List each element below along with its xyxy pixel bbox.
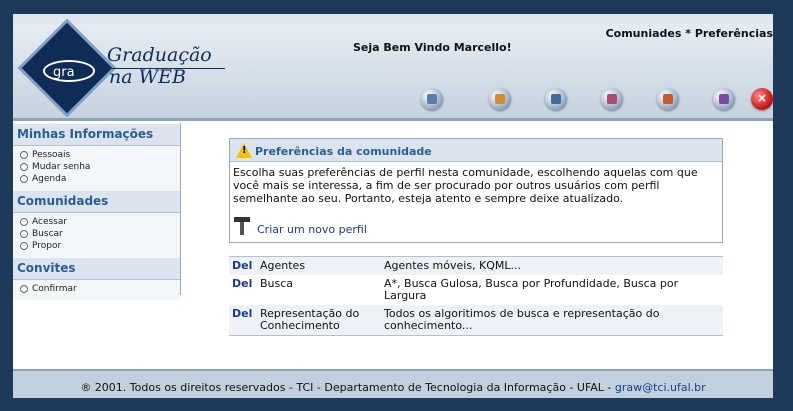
- profiles-table: Del Agentes Agentes móveis, KQML... Del …: [229, 256, 723, 336]
- table-row: Del Agentes Agentes móveis, KQML...: [229, 256, 723, 276]
- bullet-icon: [20, 229, 28, 238]
- sidebar: Minhas Informações Pessoais Mudar senha …: [13, 123, 181, 300]
- panel-description: Escolha suas preferências de perfil nest…: [233, 166, 698, 205]
- book-icon[interactable]: [545, 88, 567, 110]
- sidebar-list: Acessar Buscar Propor: [13, 213, 180, 257]
- bullet-icon: [20, 174, 28, 183]
- search-icon[interactable]: [601, 88, 623, 110]
- sidebar-item-acessar[interactable]: Acessar: [20, 216, 180, 228]
- warning-icon: [236, 143, 252, 158]
- logo-title-line2: na WEB: [109, 66, 186, 88]
- footer-text: ® 2001. Todos os direitos reservados - T…: [13, 381, 773, 394]
- bullet-icon: [20, 217, 28, 226]
- sidebar-item-mudar-senha[interactable]: Mudar senha: [20, 161, 180, 173]
- sidebar-item-label: Propor: [32, 241, 62, 251]
- top-navigation[interactable]: Comuniades * Preferências: [606, 27, 773, 40]
- logo-divider: [105, 68, 225, 69]
- sidebar-section-title: Convites: [13, 257, 180, 280]
- sidebar-section-title: Comunidades: [13, 190, 180, 213]
- bullet-icon: [20, 284, 28, 293]
- profile-name: Busca: [260, 277, 294, 290]
- profile-name: Representação do Conhecimento: [260, 307, 360, 332]
- notebook-icon[interactable]: [713, 88, 735, 110]
- profile-name: Agentes: [260, 259, 306, 272]
- sidebar-item-propor[interactable]: Propor: [20, 240, 180, 252]
- sidebar-item-label: Acessar: [32, 217, 68, 227]
- welcome-message: Seja Bem Vindo Marcello!: [353, 41, 512, 54]
- logo-mark: gra: [43, 60, 95, 82]
- panel-title: Preferências da comunidade: [255, 145, 432, 158]
- users-icon[interactable]: [421, 88, 443, 110]
- sidebar-item-confirmar[interactable]: Confirmar: [20, 283, 180, 295]
- logo-title-line1: Graduação: [107, 44, 212, 66]
- sidebar-list: Pessoais Mudar senha Agenda: [13, 146, 180, 190]
- bullet-icon: [20, 241, 28, 250]
- delete-link[interactable]: Del: [229, 275, 257, 305]
- profile-icon[interactable]: [657, 88, 679, 110]
- sidebar-item-buscar[interactable]: Buscar: [20, 228, 180, 240]
- table-row: Del Representação do Conhecimento Todos …: [229, 305, 723, 336]
- sidebar-item-agenda[interactable]: Agenda: [20, 173, 180, 185]
- logo-title: Graduação na WEB: [107, 44, 212, 88]
- header-stripe: [13, 14, 773, 24]
- header: gra Graduação na WEB Seja Bem Vindo Marc…: [13, 14, 773, 121]
- sidebar-item-pessoais[interactable]: Pessoais: [20, 149, 180, 161]
- profile-details: A*, Busca Gulosa, Busca por Profundidade…: [384, 277, 679, 302]
- create-profile-link[interactable]: Criar um novo perfil: [257, 223, 367, 236]
- sidebar-section-title: Minhas Informações: [13, 123, 180, 146]
- delete-link[interactable]: Del: [229, 305, 257, 336]
- bullet-icon: [20, 150, 28, 159]
- edit-icon[interactable]: [489, 88, 511, 110]
- page-frame: gra Graduação na WEB Seja Bem Vindo Marc…: [13, 14, 773, 398]
- hammer-icon: [234, 217, 250, 235]
- sidebar-item-label: Pessoais: [32, 150, 71, 160]
- sidebar-item-label: Mudar senha: [32, 162, 91, 172]
- close-icon[interactable]: ×: [751, 88, 773, 110]
- delete-link[interactable]: Del: [229, 257, 257, 276]
- icon-toolbar: ×: [421, 88, 773, 114]
- profile-details: Todos os algoritimos de busca e represen…: [384, 307, 660, 332]
- panel-header: Preferências da comunidade: [230, 139, 722, 162]
- profile-details: Agentes móveis, KQML...: [384, 259, 522, 272]
- bullet-icon: [20, 162, 28, 171]
- sidebar-item-label: Agenda: [32, 174, 67, 184]
- sidebar-item-label: Buscar: [32, 229, 63, 239]
- sidebar-item-label: Confirmar: [32, 284, 77, 294]
- sidebar-list: Confirmar: [13, 280, 180, 300]
- contact-email-link[interactable]: graw@tci.ufal.br: [615, 381, 706, 394]
- copyright-text: ® 2001. Todos os direitos reservados - T…: [80, 381, 615, 394]
- logo[interactable]: gra: [21, 22, 113, 114]
- footer: ® 2001. Todos os direitos reservados - T…: [13, 369, 773, 398]
- preferences-panel: Preferências da comunidade Escolha suas …: [229, 138, 723, 243]
- table-row: Del Busca A*, Busca Gulosa, Busca por Pr…: [229, 275, 723, 305]
